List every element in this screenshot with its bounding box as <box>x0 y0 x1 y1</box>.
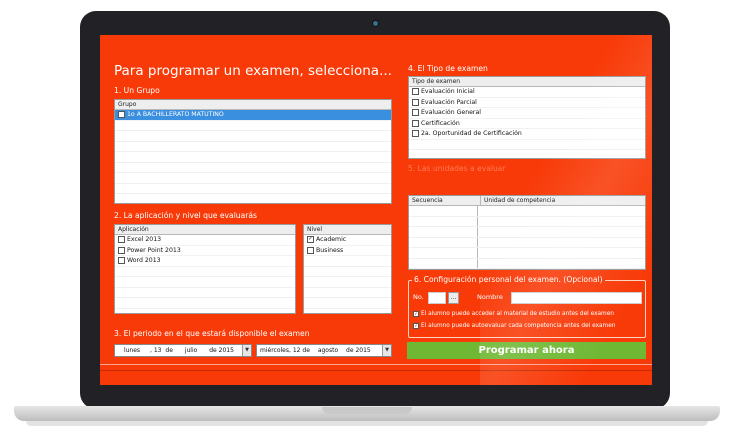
checkbox-icon[interactable] <box>307 246 314 254</box>
list-item-label: Excel 2013 <box>127 236 162 243</box>
units-table-header: Secuencia Unidad de competencia <box>409 196 645 206</box>
list-item[interactable]: ✓ Academic <box>304 235 391 246</box>
list-item-label: Business <box>316 246 344 254</box>
schedule-now-button[interactable]: Programar ahora <box>407 342 646 359</box>
list-item[interactable]: Word 2013 <box>115 256 295 267</box>
checkbox-icon[interactable] <box>412 119 419 127</box>
list-item[interactable]: 2a. Oportunidad de Certificación <box>409 129 645 140</box>
section-app-label: 2. La aplicación y nivel que evaluarás <box>114 211 258 220</box>
checkbox-icon[interactable] <box>412 109 419 117</box>
laptop-shadow <box>26 421 708 426</box>
start-date-picker[interactable]: lunes, 13 de julio de 2015 ▼ <box>114 344 252 357</box>
start-weekday: lunes <box>123 347 141 354</box>
config-fieldset <box>408 280 646 338</box>
start-month: julio <box>184 347 198 354</box>
list-item-label: Certificación <box>421 119 460 127</box>
group-row[interactable]: 1o A BACHILLERATO MATUTINO <box>115 110 391 121</box>
name-input[interactable] <box>511 292 642 304</box>
option-label: El alumno puede acceder al material de e… <box>421 311 614 317</box>
start-sep: de <box>165 347 173 354</box>
number-label: No. <box>413 293 424 301</box>
checkbox-icon[interactable] <box>412 98 419 106</box>
section-type-label: 4. El Tipo de examen <box>408 64 488 73</box>
footer-divider-shadow <box>100 370 652 371</box>
list-item[interactable]: Excel 2013 <box>115 235 295 246</box>
list-item[interactable]: Certificación <box>409 119 645 129</box>
start-day: 13 <box>153 347 162 354</box>
group-row-label: 1o A BACHILLERATO MATUTINO <box>127 111 224 118</box>
checkbox-icon[interactable] <box>118 236 125 244</box>
level-column-header: Nivel <box>304 225 391 235</box>
end-day: 12 <box>292 347 301 354</box>
option-study-material[interactable]: ✓ El alumno puede acceder al material de … <box>413 311 614 317</box>
end-weekday: miércoles, <box>260 347 291 354</box>
units-table: Secuencia Unidad de competencia <box>408 195 646 270</box>
exam-type-column-header: Tipo de examen <box>409 77 645 87</box>
webcam-icon <box>372 20 379 27</box>
unit-column-header: Unidad de competencia <box>484 197 556 204</box>
footer-divider <box>100 364 652 365</box>
end-month: agosto <box>317 347 339 354</box>
end-date-picker[interactable]: miércoles, 12 de agosto de 2015 ▼ <box>256 344 392 357</box>
checkbox-checked-icon[interactable]: ✓ <box>307 236 314 244</box>
start-year-sep: de <box>209 347 217 354</box>
laptop-base-notch <box>322 407 412 414</box>
list-item-label: Power Point 2013 <box>127 246 181 254</box>
checkbox-icon[interactable] <box>118 257 125 265</box>
list-item-label: Word 2013 <box>127 257 161 264</box>
option-self-assessment[interactable]: ✓ El alumno puede autoevaluar cada compet… <box>413 323 615 329</box>
list-item[interactable]: Evaluación Parcial <box>409 98 645 108</box>
group-column-header: Grupo <box>115 100 391 110</box>
app-screen: Para programar un examen, selecciona... … <box>100 35 652 385</box>
application-column-header: Aplicación <box>115 225 295 235</box>
list-item-label: Evaluación Inicial <box>421 88 475 95</box>
list-item-label: Evaluación General <box>421 109 481 116</box>
end-sep: de <box>302 347 310 354</box>
number-input[interactable] <box>428 292 446 304</box>
list-item-label: 2a. Oportunidad de Certificación <box>421 130 522 137</box>
checkbox-checked-icon[interactable]: ✓ <box>413 311 419 317</box>
list-item[interactable]: Business <box>304 246 391 256</box>
name-label: Nombre <box>477 293 503 301</box>
section-config-label: 6. Configuración personal del examen. (O… <box>412 275 605 284</box>
group-list: Grupo 1o A BACHILLERATO MATUTINO <box>114 99 392 204</box>
section-units-label: 5. Las unidades a evaluar <box>408 164 506 173</box>
application-list: Aplicación Excel 2013 Power Point 2013 W… <box>114 224 296 314</box>
triangle-down-icon[interactable]: ▼ <box>382 345 391 356</box>
triangle-down-icon[interactable]: ▼ <box>242 345 251 356</box>
list-item-label: Academic <box>316 236 347 243</box>
checkbox-icon[interactable] <box>412 130 419 138</box>
checkbox-icon[interactable] <box>118 246 125 254</box>
checkbox-icon[interactable] <box>412 88 419 96</box>
end-year-sep: de <box>346 347 354 354</box>
browse-button[interactable]: ... <box>448 292 459 304</box>
checkbox-icon[interactable] <box>118 111 125 119</box>
sequence-column-header: Secuencia <box>409 196 481 205</box>
option-label: El alumno puede autoevaluar cada compete… <box>421 323 616 329</box>
section-group-label: 1. Un Grupo <box>114 86 160 95</box>
page-title: Para programar un examen, selecciona... <box>114 63 392 79</box>
section-period-label: 3. El periodo en el que estará disponibl… <box>114 329 310 338</box>
level-list: Nivel ✓ Academic Business <box>303 224 392 314</box>
end-year: 2015 <box>355 347 371 354</box>
list-item-label: Evaluación Parcial <box>421 98 477 106</box>
list-item[interactable]: Evaluación Inicial <box>409 87 645 98</box>
start-year: 2015 <box>218 347 234 354</box>
list-item[interactable]: Power Point 2013 <box>115 246 295 256</box>
exam-type-list: Tipo de examen Evaluación Inicial Evalua… <box>408 76 646 159</box>
list-item[interactable]: Evaluación General <box>409 108 645 119</box>
checkbox-checked-icon[interactable]: ✓ <box>413 323 419 329</box>
